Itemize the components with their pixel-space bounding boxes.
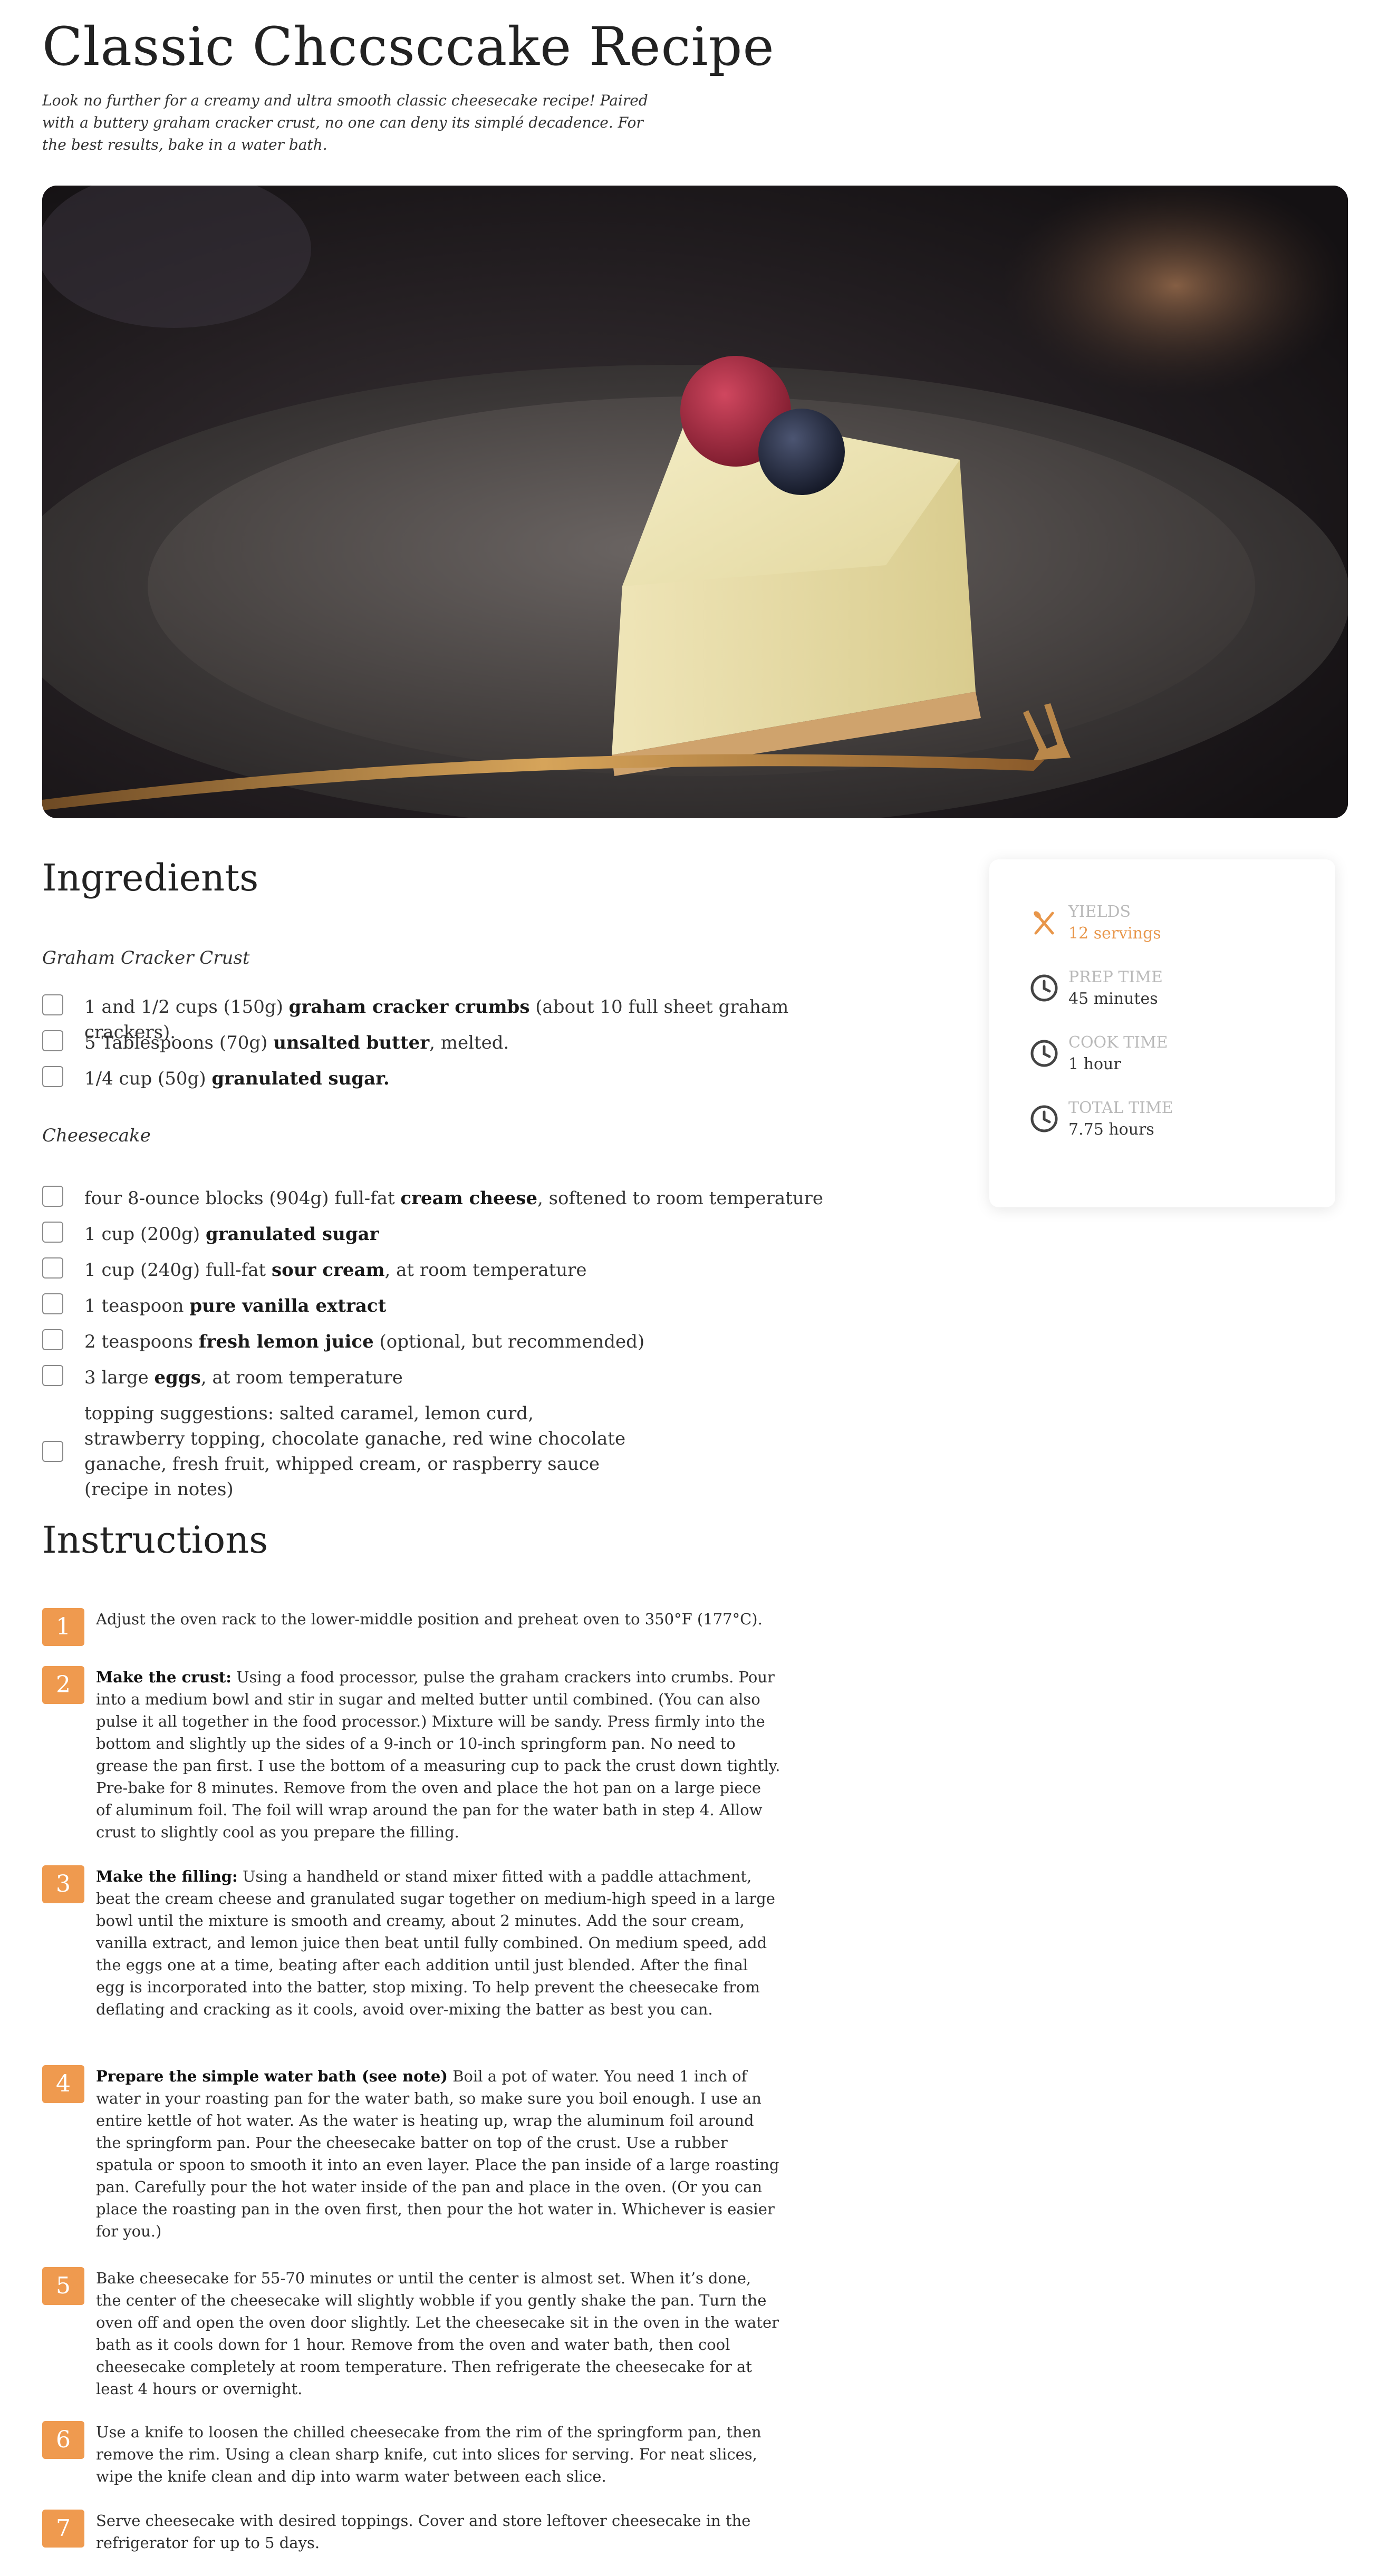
- step-text: Bake cheesecake for 55-70 minutes or unt…: [96, 2269, 779, 2398]
- instruction-step: 5 Bake cheesecake for 55-70 minutes or u…: [42, 2267, 780, 2400]
- yields-label: YIELDS: [1068, 903, 1131, 921]
- ingredient-checkbox[interactable]: [42, 1365, 63, 1386]
- step-text: Use a knife to loosen the chilled cheese…: [96, 2423, 762, 2485]
- step-text: Adjust the oven rack to the lower-middle…: [96, 1610, 763, 1628]
- step-number: 1: [42, 1608, 84, 1646]
- ingredient-item: 1/4 cup (50g) granulated sugar.: [42, 1066, 865, 1091]
- ingredient-item: 2 teaspoons fresh lemon juice (optional,…: [42, 1329, 865, 1354]
- ingredient-checkbox[interactable]: [42, 1441, 63, 1462]
- instruction-step: 2 Make the crust: Using a food processor…: [42, 1666, 780, 1843]
- step-number: 3: [42, 1865, 84, 1903]
- instruction-step: 6 Use a knife to loosen the chilled chee…: [42, 2421, 780, 2487]
- prep-time-info: PREP TIME 45 minutes: [1029, 967, 1163, 1010]
- recipe-meta-card: YIELDS 12 servings PREP TIME 45 minutes …: [989, 859, 1335, 1207]
- step-number: 5: [42, 2267, 84, 2305]
- step-text: Make the crust: Using a food processor, …: [96, 1668, 780, 1841]
- ingredient-checkbox[interactable]: [42, 1222, 63, 1243]
- total-time-label: TOTAL TIME: [1068, 1099, 1173, 1117]
- recipe-intro: Look no further for a creamy and ultra s…: [42, 92, 648, 153]
- step-number: 7: [42, 2510, 84, 2548]
- step-number: 6: [42, 2421, 84, 2459]
- instruction-step: 7 Serve cheesecake with desired toppings…: [42, 2510, 780, 2554]
- ingredient-item: 1 cup (240g) full-fat sour cream, at roo…: [42, 1257, 865, 1283]
- ingredient-checkbox[interactable]: [42, 1293, 63, 1314]
- step-text: Make the filling: Using a handheld or st…: [96, 1867, 775, 2018]
- ingredient-checkbox[interactable]: [42, 1329, 63, 1350]
- page-title: Classic Chccsccake Recipe: [42, 16, 775, 78]
- ingredient-checkbox[interactable]: [42, 994, 63, 1015]
- clock-icon: [1030, 1105, 1058, 1132]
- ingredient-checkbox[interactable]: [42, 1030, 63, 1051]
- cheesecake-photo: [42, 186, 1348, 818]
- step-number: 4: [42, 2065, 84, 2103]
- ingredient-group-title: Cheesecake: [42, 1125, 151, 1146]
- clock-icon: [1030, 1040, 1058, 1067]
- clock-icon: [1030, 974, 1058, 1002]
- cook-time-value: 1 hour: [1068, 1055, 1121, 1073]
- cook-time-info: COOK TIME 1 hour: [1029, 1032, 1168, 1076]
- total-time-info: TOTAL TIME 7.75 hours: [1029, 1098, 1173, 1141]
- ingredient-item: four 8-ounce blocks (904g) full-fat crea…: [42, 1186, 865, 1211]
- ingredients-heading: Ingredients: [42, 856, 259, 899]
- fork-spoon-icon: [1034, 911, 1054, 935]
- ingredient-item: topping suggestions: salted caramel, lem…: [42, 1401, 633, 1502]
- ingredient-item: 1 teaspoon pure vanilla extract: [42, 1293, 865, 1319]
- ingredient-checkbox[interactable]: [42, 1186, 63, 1207]
- ingredient-item: 5 Tablespoons (70g) unsalted butter, mel…: [42, 1030, 865, 1055]
- yields-info: YIELDS 12 servings: [1029, 902, 1161, 945]
- ingredient-checkbox[interactable]: [42, 1066, 63, 1087]
- total-time-value: 7.75 hours: [1068, 1120, 1154, 1139]
- step-text: Serve cheesecake with desired toppings. …: [96, 2512, 751, 2552]
- ingredient-checkbox[interactable]: [42, 1257, 63, 1279]
- instruction-step: 3 Make the filling: Using a handheld or …: [42, 1865, 780, 2020]
- ingredient-item: 1 cup (200g) granulated sugar: [42, 1222, 865, 1247]
- yields-value: 12 servings: [1068, 924, 1161, 943]
- instruction-step: 4 Prepare the simple water bath (see not…: [42, 2065, 780, 2242]
- instructions-heading: Instructions: [42, 1518, 268, 1562]
- step-text: Prepare the simple water bath (see note)…: [96, 2067, 779, 2240]
- step-number: 2: [42, 1666, 84, 1704]
- prep-time-value: 45 minutes: [1068, 990, 1158, 1008]
- instruction-step: 1 Adjust the oven rack to the lower-midd…: [42, 1608, 780, 1646]
- prep-time-label: PREP TIME: [1068, 968, 1163, 986]
- cook-time-label: COOK TIME: [1068, 1033, 1168, 1052]
- ingredient-group-title: Graham Cracker Crust: [42, 947, 250, 969]
- hero-image: [42, 186, 1348, 818]
- ingredient-item: 3 large eggs, at room temperature: [42, 1365, 865, 1390]
